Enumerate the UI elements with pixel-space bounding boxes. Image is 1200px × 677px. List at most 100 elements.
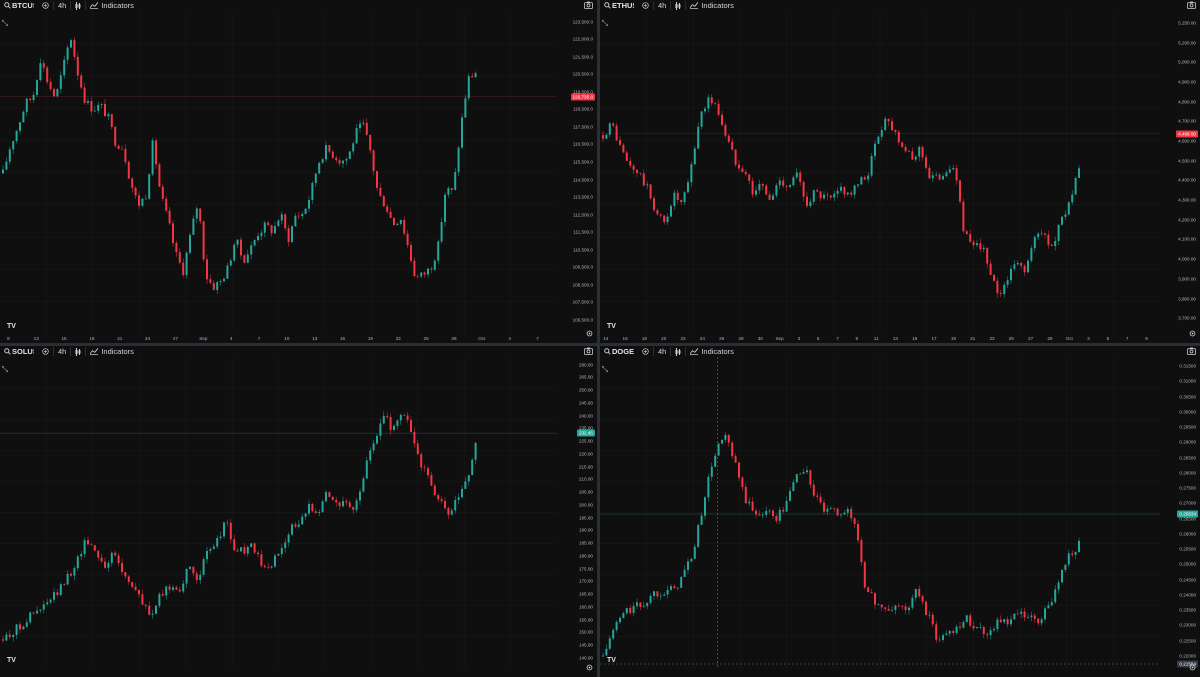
chart-settings-button[interactable] [1189, 658, 1196, 676]
candle [622, 143, 625, 153]
price-axis-label: 123,500.0 [572, 19, 593, 25]
candles-icon [675, 1, 681, 10]
candle [70, 571, 72, 577]
candle [1016, 609, 1019, 615]
chart-pane-btc[interactable]: BTCUS 4h Indicators 123,500.0 122,000.0 12… [0, 0, 597, 343]
candle [778, 176, 781, 190]
compare-add-button[interactable] [38, 346, 53, 357]
indicators-button[interactable]: Indicators [86, 346, 138, 357]
price-axis-label: 145.00 [578, 642, 593, 648]
symbol-search-button[interactable]: BTCUS [0, 0, 38, 11]
candle [8, 146, 11, 165]
interval-button[interactable]: 4h [54, 0, 70, 11]
time-axis[interactable] [0, 668, 557, 677]
candle [117, 552, 120, 567]
add-symbol-icon [642, 348, 649, 355]
chart-type-button[interactable] [671, 346, 685, 357]
candle [829, 194, 832, 201]
candle [1030, 611, 1033, 622]
tradingview-logo[interactable]: TV [7, 323, 16, 330]
candle [789, 183, 791, 189]
tradingview-logo[interactable]: TV [607, 323, 616, 330]
candle [639, 172, 642, 176]
candle [748, 497, 751, 507]
candle [755, 508, 757, 519]
time-axis-label: 24 [699, 336, 705, 341]
candle [260, 549, 263, 568]
price-axis-label: 155.00 [578, 617, 593, 623]
price-axis-label: 120,500.0 [572, 71, 593, 77]
candle [406, 412, 409, 424]
price-axis-label: 4,700.00 [1178, 118, 1196, 124]
indicators-button[interactable]: Indicators [86, 0, 138, 11]
price-axis-label: 3,800.00 [1178, 296, 1196, 302]
time-axis[interactable]: 14 16 18 20 22 24 26 28 30 Sep 3 5 7 9 11 13 15 17 19 21 23 2… [600, 334, 1160, 343]
symbol-search-button[interactable]: SOLUS [0, 346, 38, 357]
indicators-icon [90, 2, 99, 9]
candle [1061, 215, 1063, 227]
chart-settings-button[interactable] [1189, 324, 1196, 342]
snapshot-button[interactable] [1187, 1, 1196, 11]
price-axis-label: 0.26000 [1179, 531, 1196, 537]
candle [393, 217, 395, 226]
pane-divider-vertical[interactable] [597, 0, 600, 677]
indicators-button[interactable]: Indicators [686, 346, 738, 357]
price-axis[interactable]: 5,250.00 5,200.00 5,000.00 4,900.00 4,800.00… [1160, 11, 1200, 334]
price-chart[interactable] [600, 11, 1160, 334]
snapshot-button[interactable] [584, 1, 593, 11]
chart-pane-doge[interactable]: DOGE 4h Indicators 0.31500 0.31000 0.30500… [600, 346, 1200, 677]
candle [141, 197, 144, 208]
candle [433, 258, 436, 271]
chart-pane-sol[interactable]: SOLUS 4h Indicators 280.00 265.00 250.00 24… [0, 346, 597, 677]
candle [999, 289, 1002, 298]
candle [423, 464, 426, 472]
time-axis-label: 26 [719, 336, 725, 341]
chart-type-button[interactable] [71, 0, 85, 11]
symbol-search-button[interactable]: DOGE [600, 346, 638, 357]
chart-settings-button[interactable] [586, 324, 593, 342]
candle [1003, 618, 1006, 625]
time-axis[interactable] [600, 668, 1160, 677]
interval-button[interactable]: 4h [54, 346, 70, 357]
price-chart[interactable] [0, 11, 557, 334]
candle [56, 589, 59, 598]
tradingview-logo[interactable]: TV [607, 657, 616, 664]
interval-button[interactable]: 4h [654, 0, 670, 11]
candle [420, 272, 423, 279]
price-axis-label: 4,100.00 [1178, 236, 1196, 242]
compare-add-button[interactable] [638, 0, 653, 11]
tradingview-logo[interactable]: TV [7, 657, 16, 664]
snapshot-button[interactable] [584, 347, 593, 357]
candle [707, 474, 710, 502]
price-axis[interactable]: 280.00 265.00 250.00 245.00 240.00 235.00 225.… [557, 357, 597, 668]
time-axis[interactable]: 8 13 15 18 21 24 27 Sep 4 7 10 13 16 19 22 25 28 Oct 4 7 [0, 334, 557, 343]
indicators-icon [90, 348, 99, 355]
chart-type-button[interactable] [71, 346, 85, 357]
candle [362, 119, 365, 127]
candle [107, 560, 110, 572]
candle [802, 468, 805, 474]
snapshot-button[interactable] [1187, 347, 1196, 357]
price-axis-label: 225.00 [578, 438, 593, 444]
chart-pane-eth[interactable]: ETHUS 4h Indicators 5,250.00 5,200.00 5,00… [600, 0, 1200, 343]
interval-button[interactable]: 4h [654, 346, 670, 357]
chart-settings-button[interactable] [586, 658, 593, 676]
candle [636, 169, 638, 177]
price-chart[interactable] [0, 357, 557, 668]
symbol-label: SOLUS [12, 347, 34, 356]
compare-add-button[interactable] [638, 346, 653, 357]
candle [131, 581, 134, 589]
price-chart[interactable] [600, 357, 1160, 668]
price-axis[interactable]: 123,500.0 122,000.0 121,500.0 120,500.0 119,… [557, 11, 597, 334]
candle [629, 157, 632, 169]
indicators-button[interactable]: Indicators [686, 0, 738, 11]
symbol-search-button[interactable]: ETHUS [600, 0, 638, 11]
price-axis[interactable]: 0.31500 0.31000 0.30500 0.30000 0.29500 0.290… [1160, 357, 1200, 668]
compare-add-button[interactable] [38, 0, 53, 11]
pane-divider-horizontal[interactable] [0, 343, 1200, 346]
candle [413, 427, 416, 448]
time-axis-label: 3 [1087, 336, 1090, 341]
candle [840, 183, 842, 193]
chart-type-button[interactable] [671, 0, 685, 11]
indicators-icon [690, 2, 699, 9]
